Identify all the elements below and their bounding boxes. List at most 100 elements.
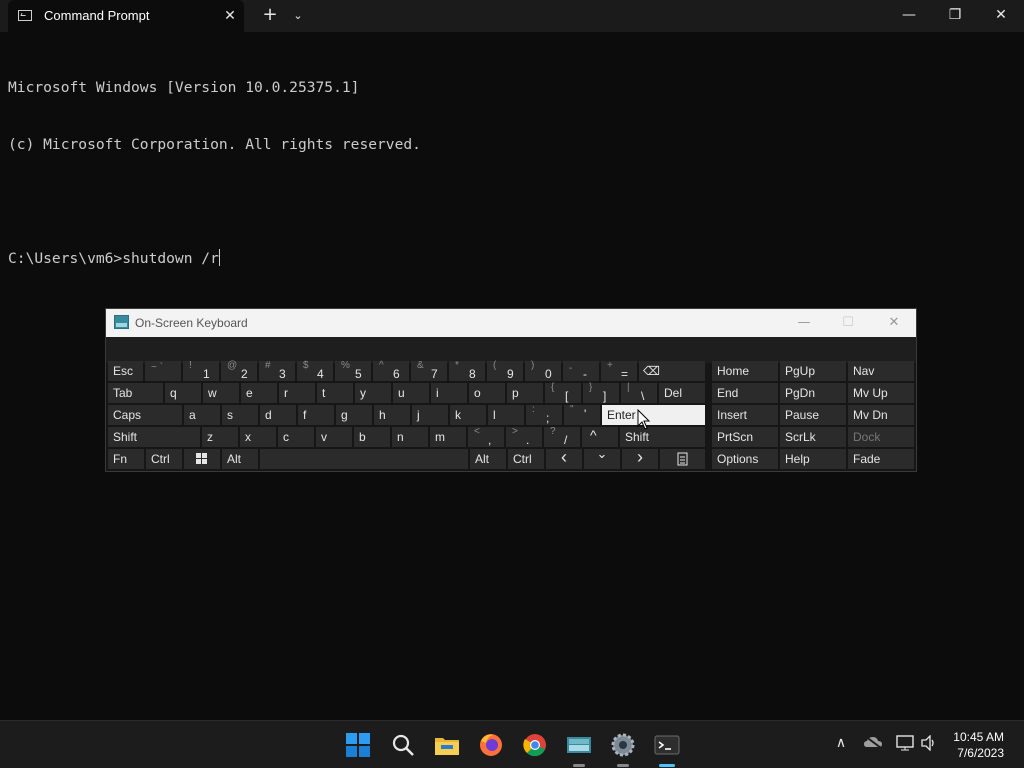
new-tab-button[interactable]: + [260,6,280,26]
key-b[interactable]: b [354,427,390,447]
key-options[interactable]: Options [712,449,778,469]
key-period[interactable]: >. [506,426,542,447]
key-comma[interactable]: <, [468,426,504,447]
key-3[interactable]: #3 [259,360,295,381]
maximize-button[interactable]: ❐ [932,0,978,32]
key-k[interactable]: k [450,405,486,425]
key-2[interactable]: @2 [221,360,257,381]
key-q[interactable]: q [165,383,201,403]
key-y[interactable]: y [355,383,391,403]
key-0[interactable]: ) 0 [525,360,561,381]
start-button[interactable] [342,729,374,761]
taskbar-chrome[interactable] [519,729,551,761]
key-fn[interactable]: Fn [108,449,144,469]
key-e[interactable]: e [241,383,277,403]
key-backslash[interactable]: | \ [621,382,657,403]
search-button[interactable] [387,729,419,761]
key-6[interactable]: ^ 6 [373,360,409,381]
key-menu[interactable] [660,449,705,469]
key-d[interactable]: d [260,405,296,425]
key-ctrl-right[interactable]: Ctrl [508,449,544,469]
system-clock[interactable]: 10:45 AM 7/6/2023 [953,729,1004,761]
taskbar-terminal[interactable] [651,729,683,767]
key-mv-dn[interactable]: Mv Dn [848,405,914,425]
key-shift-right[interactable]: Shift [620,427,705,447]
key-space[interactable] [260,449,468,469]
key-z[interactable]: z [202,427,238,447]
key-v[interactable]: v [316,427,352,447]
console-output[interactable]: Microsoft Windows [Version 10.0.25375.1]… [8,40,1008,287]
tab-command-prompt[interactable]: Command Prompt ✕ [8,0,244,32]
key-down[interactable]: ⌄ [584,446,620,469]
key-w[interactable]: w [203,383,239,403]
key-semicolon[interactable]: :; [526,404,562,425]
key-right[interactable]: › [622,447,658,469]
taskbar-settings[interactable] [607,729,639,767]
key-n[interactable]: n [392,427,428,447]
key-tilde[interactable]: ~ ` [145,361,181,381]
network-icon[interactable] [894,735,916,755]
minimize-button[interactable]: — [886,0,932,32]
key-caps[interactable]: Caps [108,405,182,425]
key-pgdn[interactable]: PgDn [780,383,846,403]
key-scrlk[interactable]: ScrLk [780,427,846,447]
key-i[interactable]: i [431,383,467,403]
key-l[interactable]: l [488,405,524,425]
key-j[interactable]: j [412,405,448,425]
key-r[interactable]: r [279,383,315,403]
key-shift-left[interactable]: Shift [108,427,200,447]
close-tab-icon[interactable]: ✕ [220,6,240,26]
osk-minimize-button[interactable]: — [782,309,826,337]
taskbar-on-screen-keyboard[interactable] [563,729,595,767]
key-g[interactable]: g [336,405,372,425]
key-pgup[interactable]: PgUp [780,361,846,381]
key-4[interactable]: $4 [297,360,333,381]
key-a[interactable]: a [184,405,220,425]
key-end[interactable]: End [712,383,778,403]
tab-dropdown-button[interactable]: ⌄ [290,6,306,26]
key-right-bracket[interactable]: }] [583,382,619,403]
key-m[interactable]: m [430,427,466,447]
key-enter[interactable]: Enter [602,405,705,425]
key-9[interactable]: (9 [487,360,523,381]
key-s[interactable]: s [222,405,258,425]
onedrive-icon[interactable] [862,735,884,753]
key-left[interactable]: ‹ [546,447,582,469]
key-1[interactable]: ! 1 [183,360,219,381]
key-backspace[interactable]: ⌫ [639,361,705,381]
key-insert[interactable]: Insert [712,405,778,425]
key-tab[interactable]: Tab [108,383,163,403]
key-t[interactable]: t [317,383,353,403]
key-fade[interactable]: Fade [848,449,914,469]
key-alt-left[interactable]: Alt [222,449,258,469]
key-u[interactable]: u [393,383,429,403]
key-mv-up[interactable]: Mv Up [848,383,914,403]
key-equals[interactable]: + = [601,360,637,381]
key-prtscn[interactable]: PrtScn [712,427,778,447]
key-pause[interactable]: Pause [780,405,846,425]
key-nav[interactable]: Nav [848,361,914,381]
key-p[interactable]: p [507,383,543,403]
key-up[interactable]: ^ [582,427,618,447]
close-window-button[interactable]: ✕ [978,0,1024,32]
key-esc[interactable]: Esc [108,361,143,381]
key-home[interactable]: Home [712,361,778,381]
key-minus[interactable]: -- [563,361,599,381]
osk-titlebar[interactable]: On-Screen Keyboard — ☐ ✕ [106,309,916,337]
key-alt-right[interactable]: Alt [470,449,506,469]
key-h[interactable]: h [374,405,410,425]
key-quote[interactable]: " ' [564,404,600,425]
taskbar-file-explorer[interactable] [431,729,463,761]
key-f[interactable]: f [298,405,334,425]
key-o[interactable]: o [469,383,505,403]
key-windows[interactable] [184,449,220,469]
key-left-bracket[interactable]: {[ [545,382,581,403]
chevron-up-icon[interactable]: ∧ [830,735,852,751]
key-ctrl-left[interactable]: Ctrl [146,449,182,469]
key-help[interactable]: Help [780,449,846,469]
key-5[interactable]: % 5 [335,360,371,381]
taskbar-firefox[interactable] [475,729,507,761]
key-x[interactable]: x [240,427,276,447]
key-del[interactable]: Del [659,383,705,403]
key-c[interactable]: c [278,427,314,447]
